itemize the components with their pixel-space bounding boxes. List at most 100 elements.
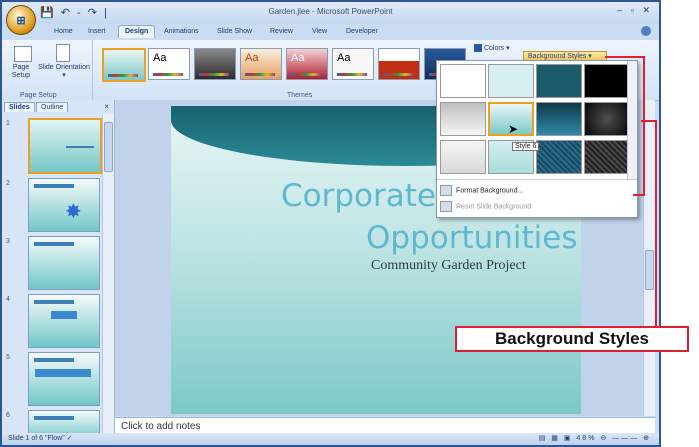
- slides-scrollbar[interactable]: [102, 114, 114, 433]
- office-button[interactable]: ⊞: [6, 5, 36, 35]
- table-icon: [35, 369, 91, 377]
- bg-style-9[interactable]: [440, 140, 486, 174]
- background-styles-callout: Background Styles: [455, 326, 689, 352]
- theme-color-bar: [383, 73, 413, 76]
- status-slide-info: Slide 1 of 6 "Flow" ✓: [8, 435, 73, 442]
- thumb-title: [34, 242, 74, 246]
- bg-style-3[interactable]: [536, 64, 582, 98]
- slide-orientation-button[interactable]: Slide Orientation ▾: [38, 64, 90, 80]
- colors-icon: [474, 44, 482, 53]
- slide-title-line2[interactable]: Opportunities: [366, 220, 578, 256]
- title-bar: 💾 ↶ - ↷ | Garden.jlee - Microsoft PowerP…: [2, 2, 659, 24]
- tab-home[interactable]: Home: [54, 28, 73, 35]
- callout-line: [655, 120, 657, 326]
- theme-thumb-4[interactable]: Aa: [240, 48, 282, 80]
- callout-line: [605, 56, 645, 58]
- slide-thumbnail-2[interactable]: ✸: [28, 178, 100, 232]
- gallery-divider: [437, 179, 637, 180]
- tab-insert[interactable]: Insert: [88, 28, 106, 35]
- theme-thumb-7[interactable]: [378, 48, 420, 80]
- background-styles-gallery: Format Background... Reset Slide Backgro…: [436, 60, 638, 218]
- bg-style-1[interactable]: [440, 64, 486, 98]
- themes-group-label: Themes: [287, 92, 313, 99]
- theme-color-bar: [291, 73, 321, 76]
- theme-label: Aa: [291, 52, 305, 64]
- slide-number: 2: [6, 180, 10, 187]
- colors-button[interactable]: Colors ▾: [474, 44, 510, 53]
- tab-view[interactable]: View: [312, 28, 327, 35]
- slide-thumbnail-4[interactable]: [28, 294, 100, 348]
- theme-label: Aa: [153, 52, 167, 64]
- theme-color-bar: [199, 73, 229, 76]
- canvas-scroll-thumb[interactable]: [645, 250, 654, 290]
- window-controls[interactable]: – ▫ ✕: [617, 5, 653, 16]
- slide-number: 3: [6, 238, 10, 245]
- bg-style-11[interactable]: [536, 140, 582, 174]
- theme-color-bar: [245, 73, 275, 76]
- thumb-title: [34, 184, 74, 188]
- star-icon: ✸: [65, 201, 82, 223]
- tab-review[interactable]: Review: [270, 28, 293, 35]
- slide-thumbnail-1[interactable]: [28, 118, 102, 174]
- tab-animations[interactable]: Animations: [164, 28, 199, 35]
- office-logo-icon: ⊞: [16, 14, 26, 27]
- theme-label: Aa: [245, 52, 259, 64]
- format-background-item[interactable]: Format Background...: [440, 185, 523, 196]
- slides-pane: Slides Outline × 1 2 ✸ 3 4 5 6: [2, 100, 115, 445]
- slide-thumbnail-5[interactable]: [28, 352, 100, 406]
- tab-outline[interactable]: Outline: [36, 102, 69, 112]
- theme-thumb-3[interactable]: [194, 48, 236, 80]
- page-setup-icon[interactable]: [14, 46, 32, 62]
- help-icon[interactable]: [641, 26, 651, 36]
- colors-label: Colors ▾: [483, 45, 510, 52]
- theme-thumb-5[interactable]: Aa: [286, 48, 328, 80]
- bg-style-12[interactable]: [584, 140, 630, 174]
- reset-slide-background-item[interactable]: Reset Slide Background: [440, 201, 531, 212]
- callout-line: [641, 120, 657, 122]
- slide-thumbnail-3[interactable]: [28, 236, 100, 290]
- status-view-zoom[interactable]: ▤ ▦ ▣ 48% ⊖ ——— ⊕: [539, 433, 651, 445]
- style-tooltip: Style 6: [512, 142, 540, 151]
- gallery-scrollbar[interactable]: [627, 61, 637, 179]
- bg-style-2[interactable]: [488, 64, 534, 98]
- page-setup-button[interactable]: Page Setup: [4, 64, 38, 80]
- org-chart-icon: [51, 311, 77, 319]
- slides-scroll-thumb[interactable]: [104, 122, 113, 172]
- slide-subtitle[interactable]: Community Garden Project: [371, 258, 526, 274]
- thumb-title: [34, 416, 74, 420]
- theme-thumb-1[interactable]: [102, 48, 146, 82]
- theme-thumb-2[interactable]: Aa: [148, 48, 190, 80]
- status-bar: Slide 1 of 6 "Flow" ✓ ▤ ▦ ▣ 48% ⊖ ——— ⊕: [2, 433, 659, 445]
- background-styles-label: Background Styles ▾: [528, 53, 592, 60]
- tab-slide-show[interactable]: Slide Show: [217, 28, 252, 35]
- theme-thumb-6[interactable]: Aa: [332, 48, 374, 80]
- page-setup-group-label: Page Setup: [20, 92, 57, 99]
- tab-design[interactable]: Design: [118, 25, 156, 38]
- window-title: Garden.jlee - Microsoft PowerPoint: [268, 7, 393, 16]
- reset-background-label: Reset Slide Background: [456, 203, 532, 211]
- format-background-label: Format Background...: [456, 187, 524, 195]
- page-setup-group: Page Setup Slide Orientation ▾ Page Setu…: [2, 40, 93, 100]
- bg-style-8[interactable]: [584, 102, 630, 136]
- callout-line: [633, 194, 645, 196]
- theme-color-bar: [153, 73, 183, 76]
- bg-style-7[interactable]: [536, 102, 582, 136]
- slide-number: 4: [6, 296, 10, 303]
- close-icon[interactable]: ×: [104, 102, 109, 111]
- tab-slides[interactable]: Slides: [4, 102, 35, 112]
- theme-color-bar: [337, 73, 367, 76]
- mouse-cursor-icon: ➤: [508, 122, 519, 136]
- tab-developer[interactable]: Developer: [346, 28, 378, 35]
- slide-number: 6: [6, 412, 10, 419]
- theme-color-bar: [108, 74, 138, 77]
- thumb-title: [66, 146, 94, 148]
- bg-style-5[interactable]: [440, 102, 486, 136]
- callout-line: [643, 56, 645, 196]
- slide-thumbnail-list: 1 2 ✸ 3 4 5 6: [2, 114, 102, 440]
- thumb-title: [34, 300, 74, 304]
- format-background-icon: [440, 185, 452, 196]
- slide-orientation-icon[interactable]: [56, 44, 70, 62]
- bg-style-4[interactable]: [584, 64, 630, 98]
- slide-number: 5: [6, 354, 10, 361]
- slide-number: 1: [6, 120, 10, 127]
